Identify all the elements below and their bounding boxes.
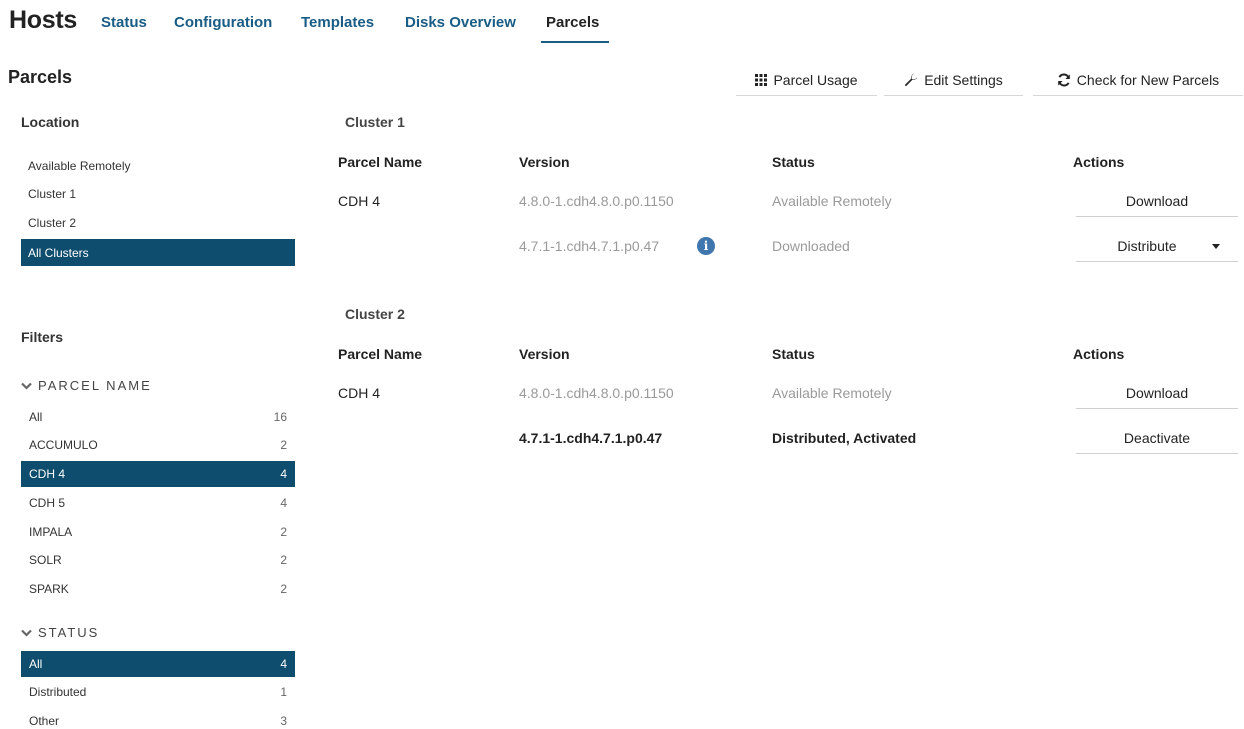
filter-row-label: Other bbox=[29, 714, 60, 728]
parcel-usage-label: Parcel Usage bbox=[773, 71, 858, 88]
filter-row[interactable]: CDH 5 4 bbox=[21, 490, 295, 516]
filters-heading: Filters bbox=[21, 329, 64, 345]
deactivate-button-label: Deactivate bbox=[1123, 429, 1191, 446]
refresh-icon bbox=[1057, 73, 1071, 87]
filter-row-label: SOLR bbox=[29, 553, 62, 567]
check-new-parcels-label: Check for New Parcels bbox=[1076, 71, 1220, 88]
download-button[interactable]: Download bbox=[1076, 185, 1238, 217]
location-item-all-clusters[interactable]: All Clusters bbox=[21, 239, 295, 266]
page-title: Hosts bbox=[9, 6, 77, 34]
column-header-parcel-name: Parcel Name bbox=[338, 346, 423, 362]
filter-row-count: 4 bbox=[280, 657, 287, 671]
version-cell: 4.8.0-1.cdh4.8.0.p0.1150 bbox=[519, 193, 674, 209]
tab-parcels[interactable]: Parcels bbox=[546, 14, 599, 31]
tab-disks-overview[interactable]: Disks Overview bbox=[405, 14, 516, 31]
filter-row-count: 4 bbox=[280, 496, 287, 510]
tab-templates[interactable]: Templates bbox=[301, 14, 374, 31]
column-header-version: Version bbox=[519, 154, 570, 170]
cluster-title: Cluster 2 bbox=[345, 306, 405, 322]
status-cell: Available Remotely bbox=[772, 193, 892, 209]
filter-row[interactable]: ACCUMULO 2 bbox=[21, 432, 295, 458]
filter-row-count: 4 bbox=[280, 467, 287, 481]
filter-row-count: 2 bbox=[280, 438, 287, 452]
caret-down-icon[interactable] bbox=[1212, 244, 1220, 249]
filter-row[interactable]: All 16 bbox=[21, 404, 295, 430]
chevron-down-icon bbox=[21, 625, 32, 640]
download-button-label: Download bbox=[1125, 192, 1189, 209]
edit-settings-button[interactable]: Edit Settings bbox=[884, 64, 1023, 96]
filter-row-label: Distributed bbox=[29, 685, 87, 699]
column-header-version: Version bbox=[519, 346, 570, 362]
parcel-name-filter-toggle[interactable]: PARCEL NAME bbox=[21, 378, 152, 393]
parcel-name-cell: CDH 4 bbox=[338, 193, 381, 209]
wrench-icon bbox=[904, 73, 918, 87]
filter-row-selected[interactable]: All 4 bbox=[21, 651, 295, 677]
info-icon[interactable]: i bbox=[697, 237, 715, 255]
status-cell: Downloaded bbox=[772, 238, 850, 254]
edit-settings-label: Edit Settings bbox=[924, 71, 1003, 88]
grid-icon bbox=[755, 73, 768, 86]
filter-row[interactable]: SPARK 2 bbox=[21, 576, 295, 602]
filter-row-count: 3 bbox=[280, 714, 287, 728]
filter-row[interactable]: Other 3 bbox=[21, 708, 295, 729]
parcel-name-filter-label: PARCEL NAME bbox=[38, 378, 152, 393]
status-filter-label: STATUS bbox=[38, 625, 100, 640]
location-item-available-remotely[interactable]: Available Remotely bbox=[21, 152, 295, 179]
status-cell: Distributed, Activated bbox=[772, 430, 917, 446]
filter-row-label: IMPALA bbox=[29, 525, 73, 539]
deactivate-button[interactable]: Deactivate bbox=[1076, 422, 1238, 454]
filter-row-label: ACCUMULO bbox=[29, 438, 98, 452]
filter-row-count: 2 bbox=[280, 525, 287, 539]
distribute-button-label: Distribute bbox=[1117, 237, 1177, 254]
location-heading: Location bbox=[21, 114, 80, 130]
tab-status[interactable]: Status bbox=[101, 14, 147, 31]
version-cell: 4.7.1-1.cdh4.7.1.p0.47 bbox=[519, 430, 663, 446]
status-filter-toggle[interactable]: STATUS bbox=[21, 625, 99, 640]
column-header-status: Status bbox=[772, 346, 815, 362]
parcel-usage-button[interactable]: Parcel Usage bbox=[736, 64, 877, 96]
filter-row-label: SPARK bbox=[29, 582, 69, 596]
column-header-actions: Actions bbox=[1073, 154, 1125, 170]
filter-row[interactable]: Distributed 1 bbox=[21, 679, 295, 705]
filter-row[interactable]: SOLR 2 bbox=[21, 547, 295, 573]
tab-configuration[interactable]: Configuration bbox=[174, 14, 272, 31]
column-header-actions: Actions bbox=[1073, 346, 1125, 362]
filter-row-label: All bbox=[29, 657, 43, 671]
version-cell: 4.7.1-1.cdh4.7.1.p0.47 bbox=[519, 238, 660, 254]
column-header-status: Status bbox=[772, 154, 815, 170]
filter-row-count: 16 bbox=[273, 410, 287, 424]
filter-row-count: 2 bbox=[280, 553, 287, 567]
chevron-down-icon bbox=[21, 378, 32, 393]
filter-row-label: All bbox=[29, 410, 43, 424]
cluster-title: Cluster 1 bbox=[345, 114, 405, 130]
location-item-cluster-2[interactable]: Cluster 2 bbox=[21, 209, 295, 236]
filter-row-count: 2 bbox=[280, 582, 287, 596]
filter-row-label: CDH 5 bbox=[29, 496, 66, 510]
section-title: Parcels bbox=[8, 67, 73, 87]
distribute-button[interactable]: Distribute bbox=[1076, 230, 1238, 262]
filter-row[interactable]: IMPALA 2 bbox=[21, 519, 295, 545]
check-new-parcels-button[interactable]: Check for New Parcels bbox=[1033, 64, 1243, 96]
active-tab-indicator bbox=[541, 41, 609, 43]
filter-row-count: 1 bbox=[280, 685, 287, 699]
version-cell: 4.8.0-1.cdh4.8.0.p0.1150 bbox=[519, 385, 674, 401]
column-header-parcel-name: Parcel Name bbox=[338, 154, 423, 170]
filter-row-label: CDH 4 bbox=[29, 467, 66, 481]
status-cell: Available Remotely bbox=[772, 385, 892, 401]
download-button-label: Download bbox=[1125, 384, 1189, 401]
download-button[interactable]: Download bbox=[1076, 377, 1238, 409]
filter-row-selected[interactable]: CDH 4 4 bbox=[21, 461, 295, 487]
parcel-name-cell: CDH 4 bbox=[338, 385, 381, 401]
location-item-cluster-1[interactable]: Cluster 1 bbox=[21, 180, 295, 207]
